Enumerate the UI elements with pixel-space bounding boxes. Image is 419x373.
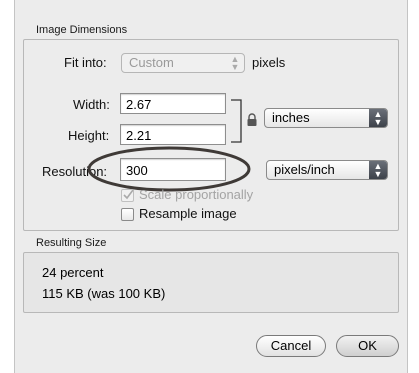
resample-image-label: Resample image bbox=[139, 206, 237, 221]
up-down-arrows-icon: ▲ ▼ bbox=[369, 109, 387, 127]
fit-into-label: Fit into: bbox=[64, 55, 107, 70]
height-label: Height: bbox=[68, 128, 110, 143]
result-percent: 24 percent bbox=[42, 265, 104, 280]
ok-button[interactable]: OK bbox=[336, 335, 399, 357]
scale-proportionally-label: Scale proportionally bbox=[139, 187, 254, 202]
checkmark-icon bbox=[123, 189, 134, 200]
width-label: Width: bbox=[73, 97, 110, 112]
up-down-arrows-icon: ▲ ▼ bbox=[230, 54, 240, 72]
resulting-size-heading: Resulting Size bbox=[36, 237, 107, 249]
width-field[interactable]: 2.67 bbox=[120, 93, 226, 114]
resample-image-checkbox[interactable] bbox=[121, 208, 134, 221]
cancel-button[interactable]: Cancel bbox=[256, 335, 326, 357]
resulting-size-group bbox=[23, 252, 399, 313]
fit-into-unit: pixels bbox=[252, 55, 286, 70]
resolution-unit-value: pixels/inch bbox=[274, 162, 335, 177]
image-size-dialog: Image Dimensions Fit into: Custom ▲ ▼ pix… bbox=[14, 0, 408, 373]
result-size: 115 KB (was 100 KB) bbox=[42, 286, 166, 301]
size-unit-popup[interactable]: inches ▲ ▼ bbox=[264, 108, 388, 128]
lock-icon[interactable] bbox=[246, 113, 258, 127]
resolution-unit-popup[interactable]: pixels/inch ▲ ▼ bbox=[266, 160, 388, 180]
size-unit-value: inches bbox=[272, 110, 310, 125]
height-field[interactable]: 2.21 bbox=[120, 124, 226, 145]
fit-into-value: Custom bbox=[129, 55, 174, 70]
scale-proportionally-checkbox[interactable] bbox=[121, 189, 134, 202]
image-dimensions-heading: Image Dimensions bbox=[36, 24, 128, 36]
up-down-arrows-icon: ▲ ▼ bbox=[369, 161, 387, 179]
fit-into-popup[interactable]: Custom ▲ ▼ bbox=[121, 53, 245, 73]
